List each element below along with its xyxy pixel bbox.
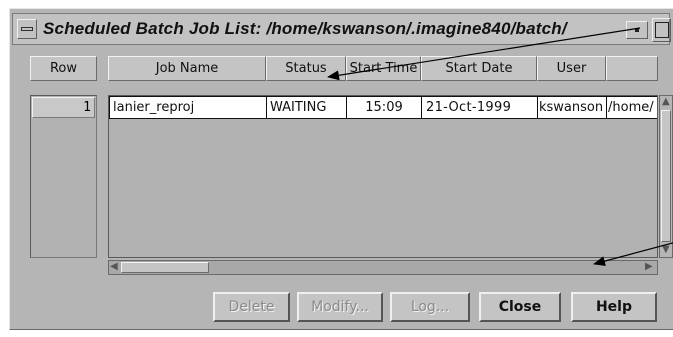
callout-arrows: [327, 27, 673, 266]
callout-arrow-scrollbar: [593, 242, 673, 266]
callout-arrow-title: [327, 27, 641, 81]
